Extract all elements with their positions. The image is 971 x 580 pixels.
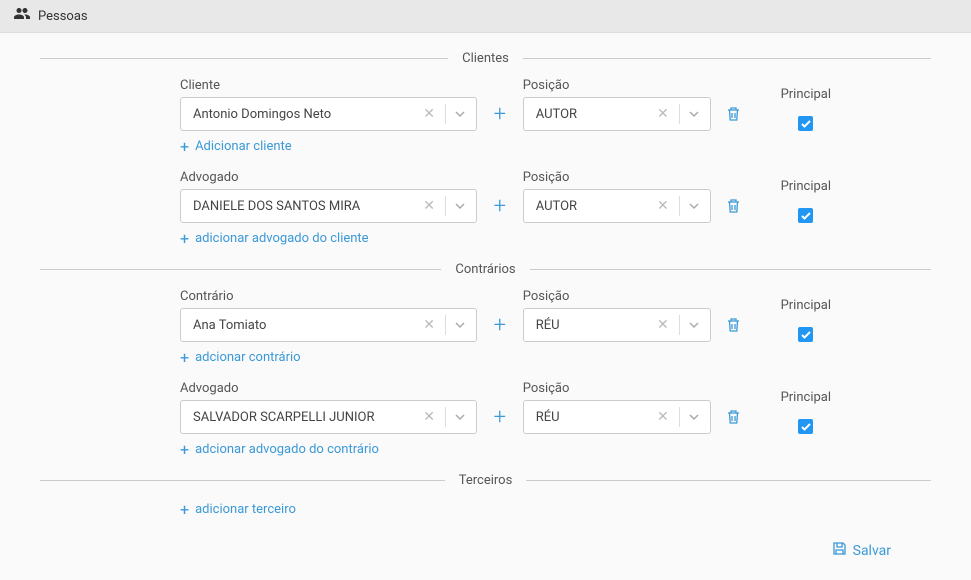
delete-advogado-contrario-button[interactable] (723, 400, 745, 434)
panel-header: Pessoas (0, 0, 971, 33)
plus-icon: + (180, 500, 189, 519)
save-icon (832, 541, 847, 560)
clear-icon[interactable]: ✕ (417, 106, 441, 122)
add-contrario-link[interactable]: + adcionar contrário (180, 348, 831, 367)
label-contrario: Contrário (180, 289, 477, 304)
delete-cliente-button[interactable] (723, 97, 745, 131)
label-advogado-cliente: Advogado (180, 170, 477, 185)
chevron-down-icon[interactable] (450, 316, 470, 335)
select-posicao-advogado-cliente[interactable]: AUTOR ✕ (523, 189, 711, 223)
plus-icon: + (180, 229, 189, 248)
select-posicao-cliente-value: AUTOR (536, 107, 651, 122)
section-contrarios-divider: Contrários (40, 262, 931, 277)
section-clientes-divider: Clientes (40, 51, 931, 66)
select-posicao-advogado-contrario[interactable]: RÉU ✕ (523, 400, 711, 434)
add-advogado-cliente-link[interactable]: + adicionar advogado do cliente (180, 229, 831, 248)
label-posicao-advogado-cliente: Posição (523, 170, 711, 185)
add-cliente-link[interactable]: + Adicionar cliente (180, 137, 831, 156)
save-button[interactable]: Salvar (832, 541, 891, 560)
chevron-down-icon[interactable] (684, 105, 704, 124)
section-terceiros-title: Terceiros (445, 473, 527, 488)
select-posicao-contrario-value: RÉU (536, 318, 651, 333)
plus-icon: + (180, 348, 189, 367)
label-principal-contrario: Principal (781, 298, 831, 313)
select-cliente[interactable]: Antonio Domingos Neto ✕ (180, 97, 477, 131)
plus-icon: + (180, 440, 189, 459)
select-posicao-advogado-contrario-value: RÉU (536, 410, 651, 425)
label-principal-cliente: Principal (781, 87, 831, 102)
section-contrarios-title: Contrários (441, 262, 529, 277)
row-cliente: Cliente Antonio Domingos Neto ✕ + Posiçã… (180, 78, 831, 131)
plus-icon: + (180, 137, 189, 156)
row-advogado-cliente: Advogado DANIELE DOS SANTOS MIRA ✕ + Pos… (180, 170, 831, 223)
add-advogado-contrario-link[interactable]: + adcionar advogado do contrário (180, 440, 831, 459)
clear-icon[interactable]: ✕ (417, 198, 441, 214)
select-contrario[interactable]: Ana Tomiato ✕ (180, 308, 477, 342)
checkbox-principal-advogado-contrario[interactable] (798, 419, 813, 434)
label-posicao-cliente: Posição (523, 78, 711, 93)
delete-contrario-button[interactable] (723, 308, 745, 342)
select-contrario-value: Ana Tomiato (193, 318, 417, 333)
clear-icon[interactable]: ✕ (651, 106, 675, 122)
clear-icon[interactable]: ✕ (417, 409, 441, 425)
checkbox-principal-advogado-cliente[interactable] (798, 208, 813, 223)
clear-icon[interactable]: ✕ (417, 317, 441, 333)
section-clientes-title: Clientes (448, 51, 523, 66)
add-contrario-plus-button[interactable]: + (489, 308, 511, 342)
panel-title: Pessoas (38, 9, 88, 24)
delete-advogado-cliente-button[interactable] (723, 189, 745, 223)
section-terceiros-divider: Terceiros (40, 473, 931, 488)
checkbox-principal-contrario[interactable] (798, 327, 813, 342)
label-advogado-contrario: Advogado (180, 381, 477, 396)
label-posicao-advogado-contrario: Posição (523, 381, 711, 396)
chevron-down-icon[interactable] (450, 105, 470, 124)
select-advogado-cliente-value: DANIELE DOS SANTOS MIRA (193, 199, 417, 214)
people-icon (14, 8, 30, 24)
chevron-down-icon[interactable] (450, 197, 470, 216)
chevron-down-icon[interactable] (684, 316, 704, 335)
clear-icon[interactable]: ✕ (651, 198, 675, 214)
checkbox-principal-cliente[interactable] (798, 116, 813, 131)
chevron-down-icon[interactable] (684, 408, 704, 427)
content-area: Clientes Cliente Antonio Domingos Neto ✕… (0, 33, 971, 580)
label-principal-advogado-contrario: Principal (781, 390, 831, 405)
label-cliente: Cliente (180, 78, 477, 93)
select-posicao-advogado-cliente-value: AUTOR (536, 199, 651, 214)
add-advogado-cliente-plus-button[interactable]: + (489, 189, 511, 223)
add-terceiro-link[interactable]: + adicionar terceiro (180, 500, 831, 519)
select-advogado-cliente[interactable]: DANIELE DOS SANTOS MIRA ✕ (180, 189, 477, 223)
label-principal-advogado-cliente: Principal (781, 179, 831, 194)
add-advogado-contrario-plus-button[interactable]: + (489, 400, 511, 434)
select-advogado-contrario[interactable]: SALVADOR SCARPELLI JUNIOR ✕ (180, 400, 477, 434)
chevron-down-icon[interactable] (684, 197, 704, 216)
select-posicao-contrario[interactable]: RÉU ✕ (523, 308, 711, 342)
select-posicao-cliente[interactable]: AUTOR ✕ (523, 97, 711, 131)
row-contrario: Contrário Ana Tomiato ✕ + Posição RÉU ✕ (180, 289, 831, 342)
select-advogado-contrario-value: SALVADOR SCARPELLI JUNIOR (193, 410, 417, 425)
label-posicao-contrario: Posição (523, 289, 711, 304)
clear-icon[interactable]: ✕ (651, 317, 675, 333)
row-advogado-contrario: Advogado SALVADOR SCARPELLI JUNIOR ✕ + P… (180, 381, 831, 434)
chevron-down-icon[interactable] (450, 408, 470, 427)
clear-icon[interactable]: ✕ (651, 409, 675, 425)
select-cliente-value: Antonio Domingos Neto (193, 107, 417, 122)
add-cliente-plus-button[interactable]: + (489, 97, 511, 131)
